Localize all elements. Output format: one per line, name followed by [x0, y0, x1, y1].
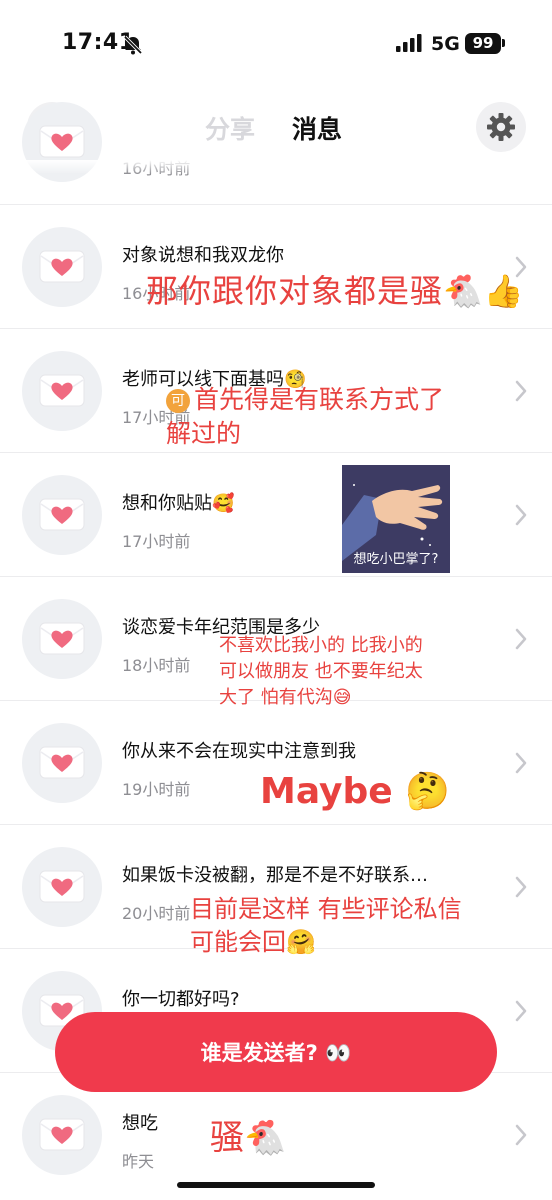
annotation-line: 解过的: [166, 419, 242, 448]
message-text: 对象说想和我双龙你: [122, 245, 284, 266]
annotation-line: 大了 怕有代沟😅: [219, 687, 352, 708]
envelope-heart-icon: [39, 374, 85, 407]
chevron-right-icon: [515, 380, 527, 402]
annotation-line: 目前是这样 有些评论私信: [190, 895, 462, 923]
list-top-fade: [0, 160, 552, 174]
message-text: 你从来不会在现实中注意到我: [122, 741, 356, 762]
annotation-4: Maybe 🤔: [260, 771, 451, 812]
message-time: 17小时前: [122, 532, 191, 551]
avatar: [22, 1095, 102, 1175]
annotation-badge: 可: [166, 389, 190, 413]
message-text: 想和你贴贴🥰: [122, 493, 235, 514]
chevron-right-icon: [515, 1124, 527, 1146]
sticker-image: 想吃小巴掌了?: [342, 465, 450, 573]
home-indicator[interactable]: [177, 1182, 375, 1188]
avatar: [22, 475, 102, 555]
envelope-heart-icon: [39, 622, 85, 655]
envelope-heart-icon: [39, 498, 85, 531]
who-is-sender-button[interactable]: 谁是发送者? 👀: [55, 1012, 497, 1092]
annotation-line: 可以做朋友 也不要年纪太: [219, 661, 423, 682]
annotation-6: 骚🐔: [210, 1118, 287, 1158]
bell-slash-icon: [123, 35, 143, 55]
envelope-heart-icon: [39, 746, 85, 779]
battery-level: 99: [465, 33, 501, 54]
annotation-5: 目前是这样 有些评论私信 可能会回🤗: [190, 893, 462, 959]
chevron-right-icon: [515, 628, 527, 650]
network-type: 5G: [431, 33, 460, 55]
annotation-3: 不喜欢比我小的 比我小的 可以做朋友 也不要年纪太 大了 怕有代沟😅: [219, 633, 423, 711]
avatar: [22, 723, 102, 803]
envelope-heart-icon: [39, 125, 85, 158]
annotation-2: 可首先得是有联系方式了 解过的: [166, 383, 444, 451]
chevron-right-icon: [515, 504, 527, 526]
avatar: [22, 847, 102, 927]
annotation-1: 那你跟你对象都是骚🐔👍: [146, 272, 525, 310]
envelope-heart-icon: [39, 870, 85, 903]
chevron-right-icon: [515, 876, 527, 898]
list-item[interactable]: 想和你贴贴🥰 17小时前: [0, 452, 552, 576]
message-time: 18小时前: [122, 656, 191, 675]
envelope-heart-icon: [39, 1118, 85, 1151]
battery-tip: [502, 39, 505, 47]
status-bar: 17:41 5G 99: [0, 0, 552, 90]
message-text: 你一切都好吗?: [122, 989, 240, 1010]
cellular-signal-icon: [396, 34, 422, 52]
message-time: 20小时前: [122, 904, 191, 923]
sticker-caption: 想吃小巴掌了?: [353, 552, 439, 567]
message-time: 19小时前: [122, 780, 191, 799]
message-text: 如果饭卡没被翻，那是不是不好联系…: [122, 865, 428, 886]
list-item[interactable]: 16小时前: [0, 80, 552, 204]
annotation-line: 不喜欢比我小的 比我小的: [219, 635, 423, 656]
message-text: 想吃: [122, 1113, 158, 1134]
annotation-line: 可能会回🤗: [190, 928, 316, 956]
avatar: [22, 351, 102, 431]
message-time: 昨天: [122, 1152, 155, 1171]
annotation-line: 首先得是有联系方式了: [194, 385, 445, 414]
chevron-right-icon: [515, 1000, 527, 1022]
envelope-heart-icon: [39, 250, 85, 283]
chevron-right-icon: [515, 752, 527, 774]
avatar: [22, 227, 102, 307]
avatar: [22, 599, 102, 679]
